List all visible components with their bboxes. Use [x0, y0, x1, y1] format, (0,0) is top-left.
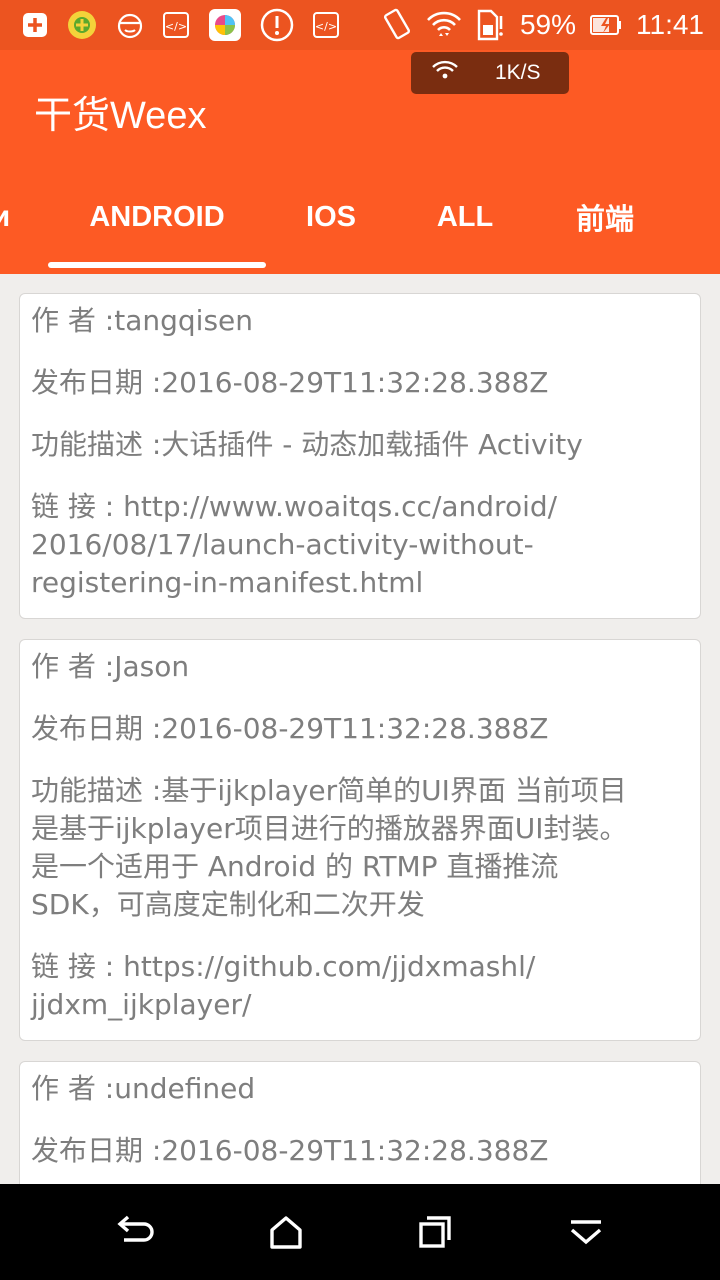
- description-text: 功能描述 :大话插件 - 动态加载插件 Activity: [31, 428, 583, 461]
- link-line: registering-in-manifest.html: [31, 566, 424, 599]
- wifi-icon: [431, 59, 459, 87]
- list-item[interactable]: 作 者 :Jason 发布日期 :2016-08-29T11:32:28.388…: [19, 639, 701, 1041]
- home-button[interactable]: [256, 1202, 316, 1262]
- hide-nav-button[interactable]: [556, 1202, 616, 1262]
- article-list: 作 者 :tangqisen 发布日期 :2016-08-29T11:32:28…: [0, 274, 720, 1184]
- battery-charging-icon: [590, 9, 622, 41]
- app-title: 干货Weex: [34, 95, 207, 137]
- network-speed-indicator: 1K/S: [411, 52, 569, 94]
- date-text: 发布日期 :2016-08-29T11:32:28.388Z: [31, 712, 549, 745]
- tab-partial[interactable]: и: [0, 182, 16, 252]
- wifi-icon: [426, 9, 462, 41]
- list-item[interactable]: 作 者 :tangqisen 发布日期 :2016-08-29T11:32:28…: [19, 293, 701, 619]
- author-text: 作 者 :undefined: [31, 1072, 256, 1105]
- home-icon: [270, 1216, 302, 1249]
- back-icon: [117, 1215, 154, 1242]
- description-line: 是一个适用于 Android 的 RTMP 直播推流: [31, 850, 559, 883]
- svg-text:</>: </>: [315, 20, 337, 33]
- tab-ios[interactable]: IOS: [290, 182, 372, 252]
- alert-icon: [260, 8, 294, 42]
- code-icon: </>: [312, 9, 340, 41]
- date-text: 发布日期 :2016-08-29T11:32:28.388Z: [31, 1134, 549, 1167]
- recents-icon: [419, 1216, 451, 1248]
- clock: 11:41: [636, 9, 704, 40]
- tab-all[interactable]: ALL: [422, 182, 508, 252]
- link-line: 链 接 : http://www.woaitqs.cc/android/: [31, 490, 558, 523]
- battery-percent: 59%: [519, 9, 576, 40]
- status-bar: </> </> 59% 11:41: [0, 0, 720, 50]
- tab-android[interactable]: ANDROID: [48, 182, 266, 252]
- author-text: 作 者 :Jason: [31, 650, 190, 683]
- network-speed-value: 1K/S: [495, 61, 541, 84]
- back-button[interactable]: [106, 1202, 166, 1262]
- code-icon: </>: [162, 9, 190, 41]
- description-text: 功能描述 :基于ijkplayer简单的UI界面 当前项目 是基于ijkplay…: [31, 772, 689, 924]
- recents-button[interactable]: [405, 1202, 465, 1262]
- svg-text:</>: </>: [165, 20, 187, 33]
- system-nav-bar: [0, 1184, 720, 1280]
- author-text: 作 者 :tangqisen: [31, 304, 254, 337]
- app-bar: 1K/S 干货Weex и ANDROID IOS ALL 前端: [0, 50, 720, 274]
- tab-bar: и ANDROID IOS ALL 前端: [0, 182, 720, 274]
- app-icon: [208, 9, 242, 41]
- description-line: SDK，可高度定制化和二次开发: [31, 888, 425, 921]
- chevron-down-icon: [570, 1220, 602, 1245]
- date-text: 发布日期 :2016-08-29T11:32:28.388Z: [31, 366, 549, 399]
- game-icon: [66, 9, 98, 41]
- screen: </> </> 59% 11:41 1K/S 干货Weex и ANDROID …: [0, 0, 720, 1280]
- tab-frontend[interactable]: 前端: [562, 182, 648, 252]
- face-icon: [116, 9, 144, 41]
- rotate-icon: [382, 8, 412, 41]
- description-line: 功能描述 :基于ijkplayer简单的UI界面 当前项目: [31, 774, 627, 807]
- list-item[interactable]: 作 者 :undefined 发布日期 :2016-08-29T11:32:28…: [19, 1061, 701, 1184]
- link-text[interactable]: 链 接 : https://github.com/jjdxmashl/ jjdx…: [31, 948, 689, 1024]
- sim-icon: [476, 9, 506, 41]
- add-icon: [22, 9, 48, 41]
- link-line: 2016/08/17/launch-activity-without-: [31, 528, 534, 561]
- link-line: 链 接 : https://github.com/jjdxmashl/: [31, 950, 536, 983]
- link-text[interactable]: 链 接 : http://www.woaitqs.cc/android/ 201…: [31, 488, 689, 602]
- tab-selected-indicator: [48, 262, 266, 268]
- link-line: jjdxm_ijkplayer/: [31, 988, 252, 1021]
- description-line: 是基于ijkplayer项目进行的播放器界面UI封装。: [31, 812, 628, 845]
